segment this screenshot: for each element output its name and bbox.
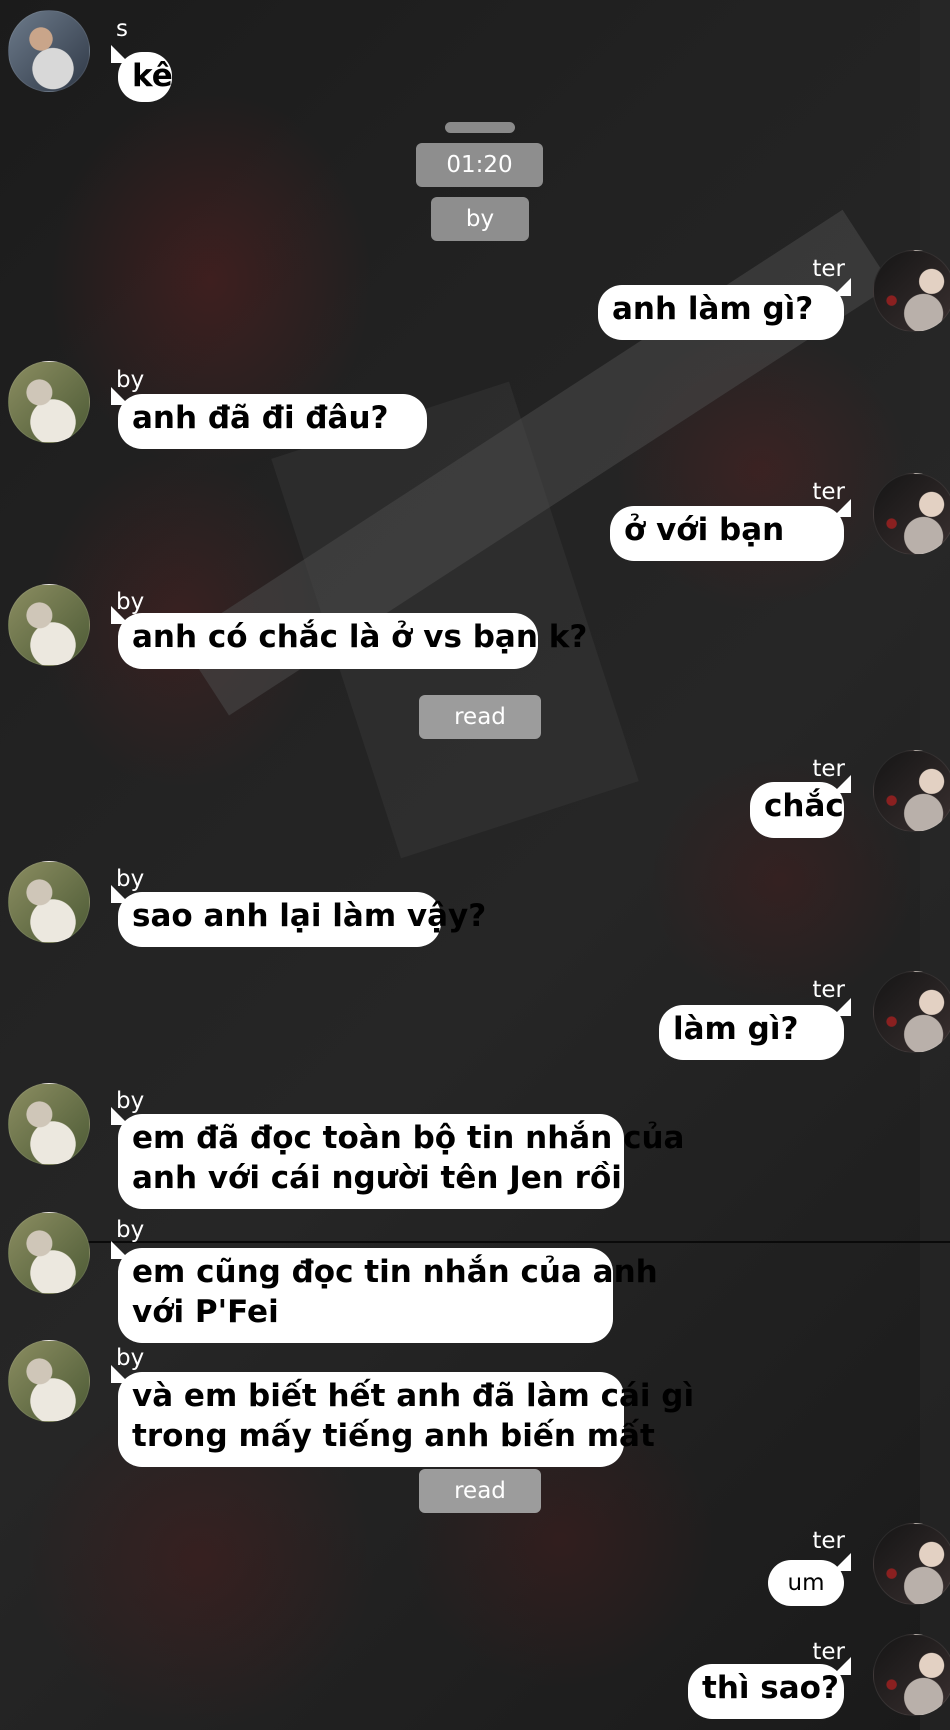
message-bubble[interactable]: làm gì? (659, 1005, 844, 1060)
sender-name: by (116, 367, 145, 393)
avatar[interactable] (8, 1340, 90, 1422)
message-bubble[interactable]: em cũng đọc tin nhắn của anh với P'Fei (118, 1248, 658, 1343)
message-bubble[interactable]: thì sao? (688, 1664, 844, 1719)
read-receipt: read (419, 695, 541, 739)
avatar[interactable] (8, 1212, 90, 1294)
background-divider-line (80, 1241, 950, 1243)
avatar[interactable] (8, 584, 90, 666)
read-receipt: read (419, 1469, 541, 1513)
sender-name: ter (812, 256, 845, 282)
timestamp-pill: 01:20 (416, 143, 543, 187)
sender-name: ter (812, 1639, 845, 1665)
message-line: và em biết hết anh đã làm cái gì (132, 1378, 695, 1414)
sender-name: ter (812, 756, 845, 782)
sender-name: by (116, 1217, 145, 1243)
sender-name: by (116, 1088, 145, 1114)
sender-name: s (116, 16, 128, 42)
chat-partner-pill: by (431, 197, 529, 241)
avatar[interactable] (873, 250, 950, 332)
avatar[interactable] (8, 361, 90, 443)
message-bubble[interactable]: chắc (750, 782, 844, 838)
avatar[interactable] (873, 1634, 950, 1716)
message-line: em đã đọc toàn bộ tin nhắn của (132, 1120, 685, 1156)
message-bubble[interactable]: anh đã đi đâu? (118, 394, 427, 449)
message-bubble[interactable]: em đã đọc toàn bộ tin nhắn của anh với c… (118, 1114, 685, 1209)
avatar[interactable] (8, 1083, 90, 1165)
avatar[interactable] (873, 473, 950, 555)
message-line: với P'Fei (132, 1294, 279, 1330)
message-bubble[interactable]: kê (118, 52, 173, 102)
avatar[interactable] (8, 861, 90, 943)
message-bubble[interactable]: sao anh lại làm vậy? (118, 892, 486, 947)
sender-name: by (116, 866, 145, 892)
message-bubble[interactable]: um (768, 1560, 844, 1606)
sender-name: ter (812, 1528, 845, 1554)
avatar[interactable] (873, 1523, 950, 1605)
sender-name: ter (812, 977, 845, 1003)
avatar[interactable] (8, 10, 90, 92)
drag-handle[interactable] (445, 122, 515, 133)
message-bubble[interactable]: và em biết hết anh đã làm cái gì trong m… (118, 1372, 695, 1467)
sender-name: by (116, 589, 145, 615)
avatar[interactable] (873, 971, 950, 1053)
message-line: trong mấy tiếng anh biến mất (132, 1418, 655, 1454)
message-line: em cũng đọc tin nhắn của anh (132, 1254, 658, 1290)
message-bubble[interactable]: anh làm gì? (598, 285, 844, 340)
message-bubble[interactable]: ở với bạn (610, 506, 844, 561)
message-line: anh với cái người tên Jen rồi (132, 1160, 622, 1196)
sender-name: by (116, 1345, 145, 1371)
avatar[interactable] (873, 750, 950, 832)
message-bubble[interactable]: anh có chắc là ở vs bạn k? (118, 613, 587, 669)
chat-screen: 01:20 by read read s kê ter anh làm gì? … (0, 0, 950, 1730)
sender-name: ter (812, 479, 845, 505)
